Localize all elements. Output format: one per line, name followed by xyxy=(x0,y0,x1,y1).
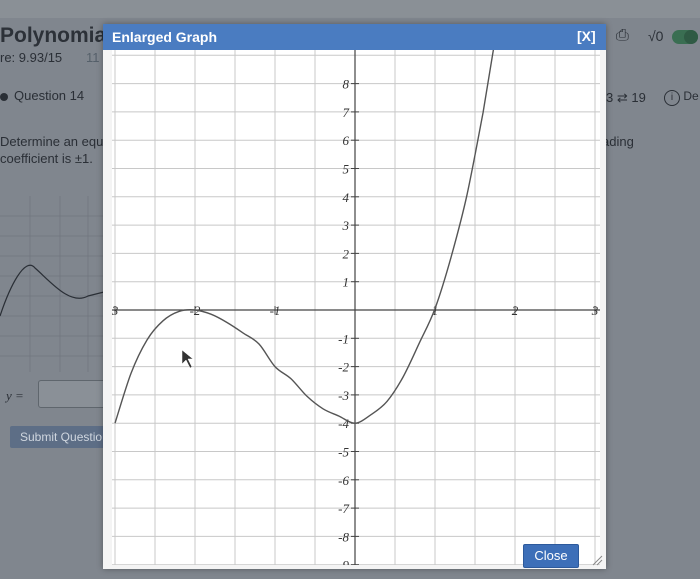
attempts-indicator: 3 ⇄ 19 xyxy=(606,90,646,106)
details-link[interactable]: i De xyxy=(664,89,699,106)
y-tick-label: 1 xyxy=(343,275,350,290)
y-tick-label: -5 xyxy=(338,445,349,460)
close-button[interactable]: Close xyxy=(523,544,579,568)
y-tick-label: 8 xyxy=(343,77,350,92)
x-tick-label: 3 xyxy=(112,303,119,318)
y-tick-label: -2 xyxy=(338,360,349,375)
question-label-text: Question 14 xyxy=(14,88,85,103)
attempts-count: 19 xyxy=(631,90,646,105)
question-dot-icon xyxy=(0,92,8,101)
resize-grip-icon[interactable] xyxy=(591,554,603,566)
y-tick-label: 5 xyxy=(343,162,350,177)
score-text: re: 9.93/15 xyxy=(0,50,63,65)
dialog-title: Enlarged Graph xyxy=(112,29,218,45)
question-prompt-line1: Determine an equ xyxy=(0,134,104,149)
x-tick-label: 2 xyxy=(512,303,519,318)
background-graph-thumbnail xyxy=(0,196,108,372)
y-tick-label: -6 xyxy=(338,473,349,488)
y-tick-label: -3 xyxy=(338,388,349,403)
top-strip xyxy=(0,0,700,18)
answer-label: y = xyxy=(6,388,24,403)
dialog-close-x-button[interactable]: [X] xyxy=(577,28,596,44)
attempts-left: 3 xyxy=(606,90,614,105)
enlarged-graph-chart: 87654321-1-2-3-4-5-6-7-8-93-2-1123 xyxy=(112,50,600,565)
submit-question-button[interactable]: Submit Questio xyxy=(10,426,114,448)
y-tick-label: 4 xyxy=(343,190,350,205)
dialog-header: Enlarged Graph [X] xyxy=(103,24,606,50)
info-icon: i xyxy=(664,90,680,106)
y-tick-label: -8 xyxy=(338,529,349,544)
y-tick-label: 3 xyxy=(342,218,350,233)
y-tick-label: -1 xyxy=(338,331,349,346)
y-tick-label: -9 xyxy=(338,558,349,565)
x-tick-label: 3 xyxy=(591,303,599,318)
enlarged-graph-dialog: Enlarged Graph [X] 8 7 6 5 4 3 2 1 -1 -2 -3 -4 -5 -6-… xyxy=(103,24,606,569)
assignment-title: Polynomial xyxy=(0,24,113,47)
y-tick-label: -7 xyxy=(338,501,349,516)
printer-icon[interactable]: ⎙ xyxy=(616,27,629,45)
y-tick-label: 7 xyxy=(343,105,350,120)
reading-label: ading xyxy=(602,134,634,149)
math-toggle[interactable] xyxy=(672,30,698,44)
question-label[interactable]: Question 14 xyxy=(0,88,84,103)
toggle-knob xyxy=(684,30,698,44)
score-extra: 11 xyxy=(86,50,100,65)
question-prompt-line2: coefficient is ±1. xyxy=(0,151,93,166)
math-toggle-label: √0 xyxy=(648,28,664,44)
refresh-icon: ⇄ xyxy=(616,90,628,105)
y-tick-label: 6 xyxy=(343,133,350,148)
details-label: De xyxy=(683,89,699,103)
x-tick-label: -1 xyxy=(270,303,281,318)
y-tick-label: 2 xyxy=(343,246,350,261)
plot-background xyxy=(112,50,600,565)
answer-input[interactable] xyxy=(38,380,110,408)
